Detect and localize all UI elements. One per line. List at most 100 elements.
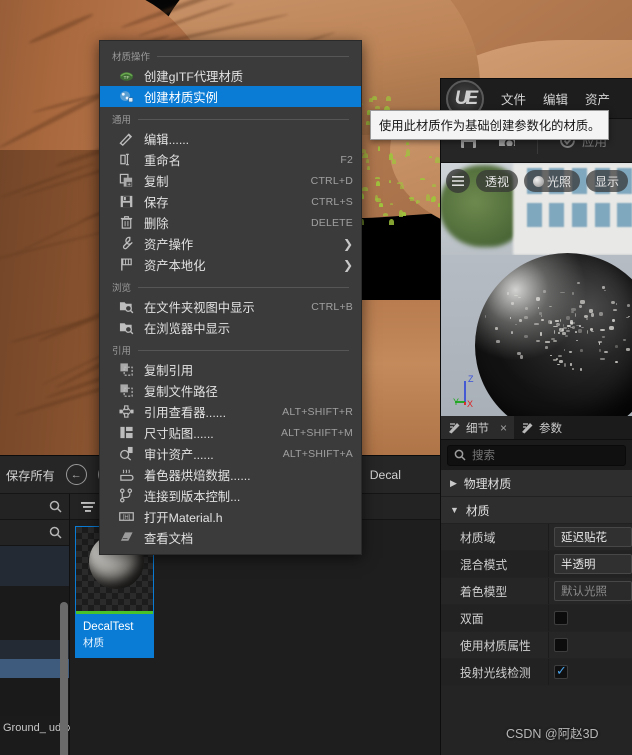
content-browser-sources-panel[interactable]: Ground_ ud_xdz — [0, 494, 70, 755]
sources-search-top[interactable] — [0, 494, 69, 520]
property-group-header[interactable]: ▶ 物理材质 — [441, 470, 632, 497]
menu-item-6[interactable]: 连接到版本控制... — [100, 485, 361, 506]
preview-chip-0[interactable]: 透视 — [476, 170, 518, 192]
menu-item-8[interactable]: 查看文档 — [100, 527, 361, 548]
menu-item-1[interactable]: 重命名F2 — [100, 149, 361, 170]
save-all-button[interactable]: 保存所有 — [6, 466, 55, 484]
menu-item-1[interactable]: 复制文件路径 — [100, 380, 361, 401]
open-header-icon: [H] — [119, 509, 134, 524]
copy-ref-icon — [116, 362, 136, 378]
menu-item-label: 查看文档 — [144, 529, 193, 547]
search-input[interactable]: 搜索 — [447, 445, 626, 466]
menu-section-divider — [138, 350, 349, 351]
menu-item-4[interactable]: 删除DELETE — [100, 212, 361, 233]
hamburger-icon[interactable] — [446, 169, 470, 193]
menu-section-divider — [157, 56, 349, 57]
menu-item-label: 重命名 — [144, 151, 181, 169]
sources-search-bottom[interactable] — [0, 520, 69, 546]
menu-item-0[interactable]: 复制引用 — [100, 359, 361, 380]
back-arrow-icon[interactable]: ← — [66, 464, 87, 485]
menu-item-0[interactable]: 编辑...... — [100, 128, 361, 149]
save-icon — [116, 194, 136, 210]
property-checkbox[interactable] — [554, 665, 568, 679]
property-group-header[interactable]: ▼材质 — [441, 497, 632, 524]
menu-section-label: 浏览 — [112, 280, 131, 294]
property-label: 着色模型 — [441, 583, 548, 600]
menu-file[interactable]: 文件 — [501, 89, 526, 108]
pencil-icon — [116, 131, 136, 147]
svg-text:[H]: [H] — [122, 515, 130, 521]
preview-window — [572, 203, 587, 227]
tab-details[interactable]: 细节 × — [441, 416, 514, 439]
property-row: 混合模式半透明 — [441, 551, 632, 578]
menu-item-6[interactable]: 资产本地化❯ — [100, 254, 361, 275]
shader-bake-icon — [119, 467, 134, 482]
property-checkbox[interactable] — [554, 611, 568, 625]
ref-viewer-icon — [119, 404, 134, 419]
menu-asset[interactable]: 资产 — [585, 89, 610, 108]
property-combobox[interactable]: 延迟贴花 — [554, 527, 632, 547]
material-preview-viewport[interactable]: Z Y X 透视光照显示 — [441, 163, 632, 416]
copy-ref-icon — [116, 383, 136, 399]
chevron-down-icon[interactable]: ▼ — [450, 505, 459, 515]
menu-item-shortcut: ALT+SHIFT+M — [267, 427, 353, 439]
menu-section-divider — [138, 287, 349, 288]
tab-details-close[interactable]: × — [500, 421, 507, 435]
breadcrumb[interactable]: Decal — [370, 468, 401, 482]
copy-icon: + — [116, 173, 136, 189]
asset-context-menu[interactable]: 材质操作TF创建gITF代理材质创建材质实例通用编辑......重命名F2+复制… — [99, 40, 362, 555]
tab-parameters[interactable]: 参数 — [514, 416, 569, 439]
menu-item-3[interactable]: 尺寸贴图......ALT+SHIFT+M — [100, 422, 361, 443]
tab-details-label: 细节 — [466, 420, 489, 436]
property-row: 投射光线检测 — [441, 659, 632, 686]
details-tab-bar[interactable]: 细节 × 参数 — [441, 416, 632, 440]
menu-item-1[interactable]: 创建材质实例 — [100, 86, 361, 107]
trash-icon — [116, 215, 136, 231]
tree-item[interactable] — [0, 586, 69, 640]
menu-item-0[interactable]: TF创建gITF代理材质 — [100, 65, 361, 86]
menu-item-0[interactable]: 在文件夹视图中显示CTRL+B — [100, 296, 361, 317]
preview-chip-2[interactable]: 显示 — [586, 170, 628, 192]
tree-item-selected[interactable] — [0, 659, 69, 678]
menu-item-7[interactable]: [H]打开Material.h — [100, 506, 361, 527]
tree-item[interactable] — [0, 678, 69, 716]
menu-section-label: 通用 — [112, 112, 131, 126]
property-label: 使用材质属性 — [441, 637, 548, 654]
property-row: 双面 — [441, 605, 632, 632]
property-combobox[interactable]: 半透明 — [554, 554, 632, 574]
property-group-label: 物理材质 — [464, 475, 511, 492]
menu-item-3[interactable]: 保存CTRL+S — [100, 191, 361, 212]
trash-icon — [119, 215, 134, 230]
watermark: CSDN @阿赵3D — [506, 723, 599, 742]
property-label: 双面 — [441, 610, 548, 627]
property-row: 着色模型默认光照 — [441, 578, 632, 605]
sources-scrollbar[interactable] — [60, 602, 68, 755]
menu-item-4[interactable]: 审计资产......ALT+SHIFT+A — [100, 443, 361, 464]
menu-item-5[interactable]: 着色器烘焙数据...... — [100, 464, 361, 485]
menu-item-2[interactable]: 引用查看器......ALT+SHIFT+R — [100, 401, 361, 422]
menu-item-1[interactable]: 在浏览器中显示 — [100, 317, 361, 338]
details-icon — [521, 421, 534, 434]
preview-toolbar[interactable]: 透视光照显示 — [446, 169, 628, 193]
search-icon — [49, 500, 62, 513]
svg-text:+: + — [127, 182, 130, 188]
details-property-list[interactable]: ▶物理材质▼材质材质域延迟贴花混合模式半透明着色模型默认光照双面使用材质属性投射… — [441, 470, 632, 686]
svg-text:X: X — [467, 399, 473, 408]
property-combobox[interactable]: 默认光照 — [554, 581, 632, 601]
preview-window — [549, 203, 564, 227]
tree-folder-label: Ground_ ud_xdz — [0, 716, 69, 735]
size-map-icon — [119, 425, 134, 440]
details-search-bar[interactable]: 搜索 — [441, 440, 632, 470]
pencil-icon — [119, 131, 134, 146]
property-checkbox[interactable] — [554, 638, 568, 652]
search-icon — [49, 526, 62, 539]
menu-item-5[interactable]: 资产操作❯ — [100, 233, 361, 254]
material-editor-window[interactable]: UE 文件 编辑 资产 应用 — [440, 78, 632, 755]
tree-item[interactable] — [0, 546, 69, 586]
menu-item-2[interactable]: +复制CTRL+D — [100, 170, 361, 191]
tab-parameters-label: 参数 — [539, 420, 562, 436]
preview-chip-1[interactable]: 光照 — [524, 170, 580, 192]
menu-edit[interactable]: 编辑 — [543, 89, 568, 108]
tree-item[interactable] — [0, 640, 69, 659]
chevron-right-icon[interactable]: ▶ — [450, 478, 457, 489]
